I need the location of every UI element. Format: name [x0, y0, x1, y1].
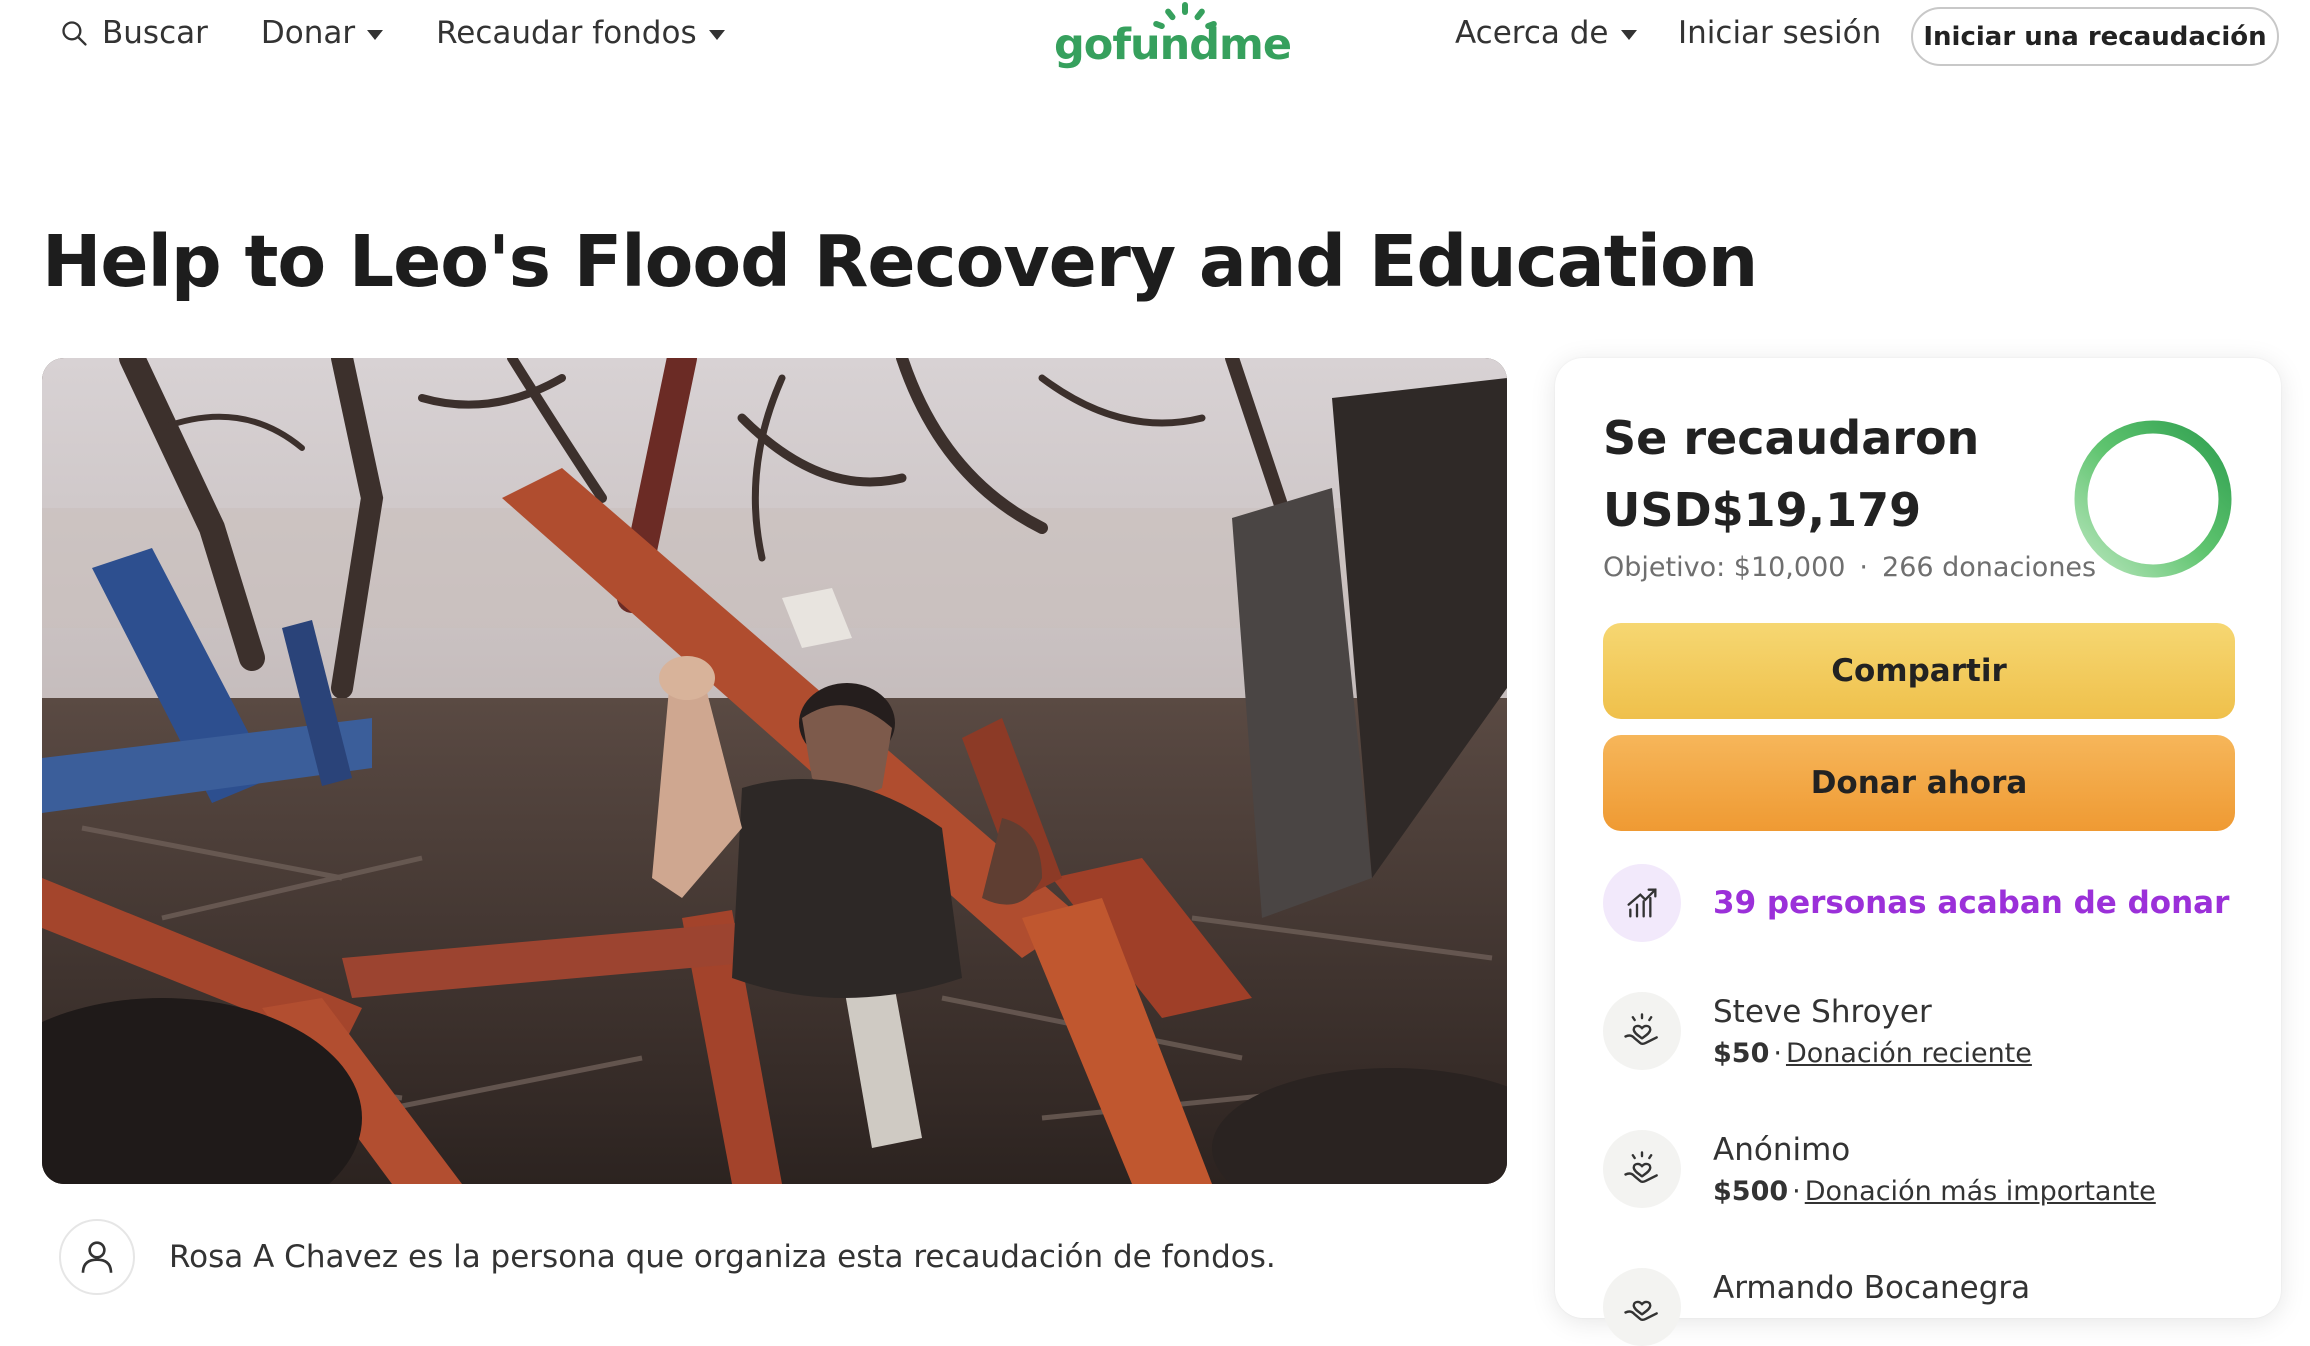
donor-amount: $500 — [1713, 1176, 1789, 1207]
raised-label: Se recaudaron — [1603, 411, 1980, 465]
caret-down-icon — [1620, 29, 1637, 40]
share-button[interactable]: Compartir — [1603, 623, 2235, 719]
flood-debris-photo — [42, 358, 1507, 1184]
trending-up-icon — [1603, 864, 1681, 942]
fundraise-menu[interactable]: Recaudar fondos — [436, 15, 725, 51]
donor-name: Steve Shroyer — [1713, 994, 1932, 1030]
recent-donations-banner[interactable]: 39 personas acaban de donar — [1603, 864, 2229, 942]
progress-ring — [2074, 420, 2232, 578]
start-fundraiser-button[interactable]: Iniciar una recaudación — [1911, 7, 2279, 66]
recent-donations-text: 39 personas acaban de donar — [1713, 885, 2230, 921]
progress-ring-fill — [2074, 420, 2232, 578]
caret-down-icon — [708, 29, 725, 40]
search-icon — [62, 20, 87, 46]
top-navigation: Buscar Donar Recaudar fondos gofundme Ac… — [0, 0, 2310, 76]
heart-hand-icon — [1603, 1268, 1681, 1346]
donor-detail: $500 · Donación más importante — [1713, 1176, 2156, 1207]
recent-donation-link[interactable]: Donación reciente — [1786, 1038, 2032, 1069]
user-icon — [81, 1241, 113, 1273]
logo-wordmark: gofundme — [1054, 20, 1292, 70]
meta-separator: · — [1859, 552, 1869, 583]
donate-menu-label: Donar — [260, 15, 356, 51]
fundraise-menu-label: Recaudar fondos — [436, 15, 697, 51]
donor-amount: $50 — [1713, 1038, 1770, 1069]
raised-amount: USD$19,179 — [1603, 483, 1922, 537]
donate-now-button[interactable]: Donar ahora — [1603, 735, 2235, 831]
about-menu[interactable]: Acerca de — [1455, 15, 1637, 51]
heart-hand-icon — [1603, 992, 1681, 1070]
avatar[interactable] — [59, 1219, 135, 1295]
donor-detail: $50 · Donación reciente — [1713, 1038, 2032, 1069]
search-link[interactable]: Buscar — [59, 15, 208, 51]
nav-left: Buscar Donar Recaudar fondos — [59, 15, 725, 51]
heart-hand-icon — [1603, 1130, 1681, 1208]
caret-down-icon — [367, 29, 384, 40]
donations-count: 266 donaciones — [1882, 552, 2097, 583]
donor-separator: · — [1773, 1038, 1782, 1069]
donation-panel: Se recaudaron USD$19,179 Objetivo: $10,0… — [1555, 358, 2281, 1346]
search-label: Buscar — [102, 15, 208, 51]
gofundme-logo[interactable]: gofundme — [1054, 2, 1292, 74]
top-donation-link[interactable]: Donación más importante — [1805, 1176, 2156, 1207]
donor-item: Steve Shroyer $50 · Donación reciente — [1603, 992, 2032, 1070]
donor-item: Anónimo $500 · Donación más importante — [1603, 1130, 2156, 1208]
campaign-title: Help to Leo's Flood Recovery and Educati… — [42, 220, 1758, 303]
donor-name: Armando Bocanegra — [1713, 1270, 2031, 1306]
donate-menu[interactable]: Donar — [260, 15, 384, 51]
organizer-text: Rosa A Chavez es la persona que organiza… — [169, 1239, 1276, 1275]
donor-name: Anónimo — [1713, 1132, 1851, 1168]
about-menu-label: Acerca de — [1455, 15, 1609, 51]
organizer-line: Rosa A Chavez es la persona que organiza… — [59, 1219, 1276, 1295]
goal-text: Objetivo: $10,000 — [1603, 552, 1846, 583]
campaign-hero-image[interactable] — [42, 358, 1507, 1184]
goal-meta: Objetivo: $10,000 · 266 donaciones — [1603, 552, 2096, 583]
donor-item: Armando Bocanegra — [1603, 1268, 2030, 1346]
donor-separator: · — [1792, 1176, 1801, 1207]
login-link[interactable]: Iniciar sesión — [1678, 15, 1881, 51]
